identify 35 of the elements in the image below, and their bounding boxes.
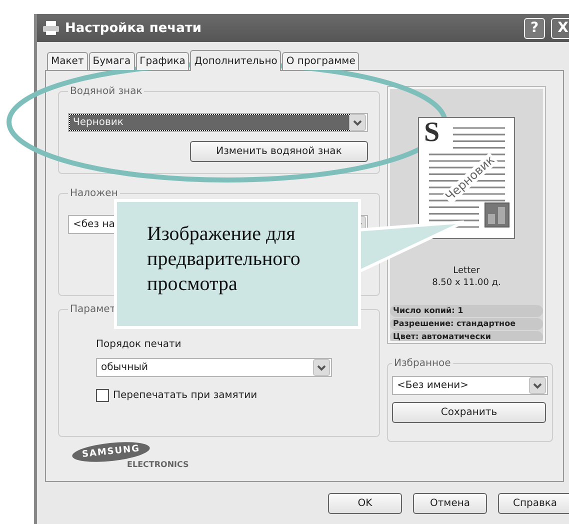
group-title: Водяной знак — [69, 86, 144, 97]
info-row: Разрешение: стандартное — [390, 318, 543, 330]
group-title: Наложен — [69, 188, 119, 199]
tab[interactable]: Макет — [47, 52, 88, 70]
paper-size: 8.50 x 11.00 д. — [432, 277, 501, 289]
dialog-button[interactable]: Отмена — [413, 493, 487, 514]
tab[interactable]: О программе — [282, 52, 360, 70]
save-button[interactable]: Сохранить — [392, 402, 546, 423]
field-label: Порядок печати — [96, 339, 182, 350]
checkbox[interactable] — [96, 389, 109, 402]
chevron-down-icon — [313, 359, 330, 376]
drop-cap: S — [424, 118, 440, 148]
dropdown[interactable]: <Без имени> — [392, 376, 548, 395]
edit-watermark-button[interactable]: Изменить водяной знак — [190, 141, 368, 162]
tab[interactable]: Дополнительно — [190, 50, 282, 71]
callout-text: Изображение для предварительного просмотра — [147, 222, 302, 297]
image-placeholder-icon — [484, 202, 510, 228]
checkbox-label: Перепечатать при замятии — [113, 390, 258, 401]
info-row: Число копий: 1 — [390, 305, 543, 317]
window-title: Настройка печати — [65, 20, 202, 36]
group-title: Избранное — [393, 358, 452, 369]
info-row: Цвет: автоматически — [390, 331, 543, 343]
group-title: Парамет — [69, 304, 117, 315]
tab[interactable]: Бумага — [88, 52, 135, 70]
help-button[interactable]: ? — [524, 18, 545, 38]
chevron-down-icon — [529, 377, 546, 394]
printer-icon — [43, 21, 59, 35]
close-button[interactable]: X — [551, 18, 569, 38]
tab[interactable]: Графика — [136, 52, 190, 70]
dialog-button[interactable]: OK — [328, 493, 402, 514]
dropdown[interactable]: обычный — [96, 358, 332, 377]
dropdown[interactable]: Черновик — [68, 113, 368, 132]
chevron-down-icon — [349, 114, 366, 131]
dialog-button[interactable]: Справка — [498, 493, 569, 514]
paper-name: Letter — [453, 265, 480, 277]
